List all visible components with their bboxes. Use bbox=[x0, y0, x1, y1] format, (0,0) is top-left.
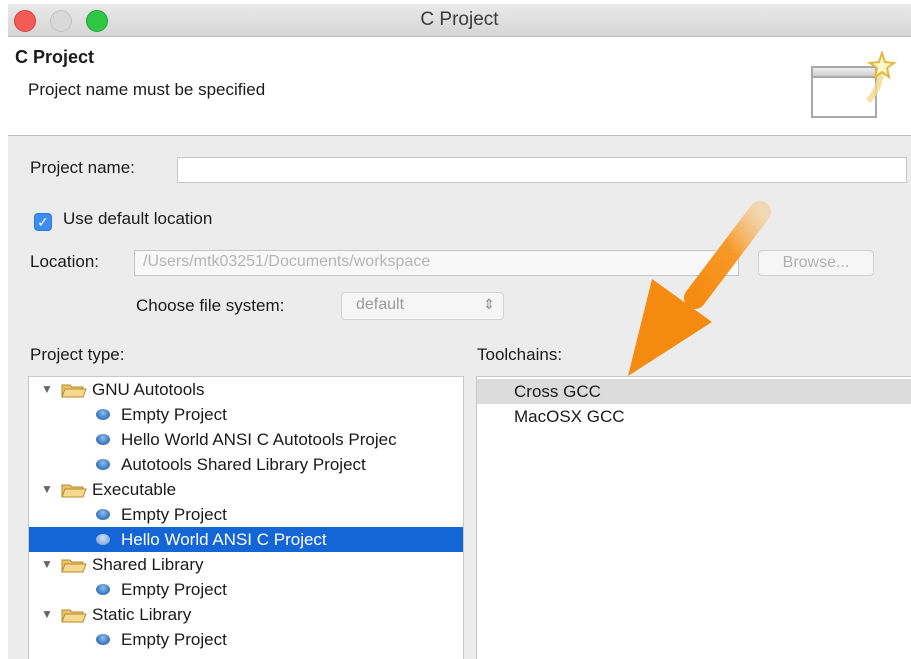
tree-category-label: Executable bbox=[92, 480, 177, 499]
checkmark-icon: ✓ bbox=[37, 214, 49, 230]
tree-item-autotools-shared-library[interactable]: Autotools Shared Library Project bbox=[29, 452, 463, 477]
location-input[interactable]: /Users/mtk03251/Documents/workspace bbox=[134, 250, 739, 276]
up-down-chevron-icon: ⇕ bbox=[483, 296, 495, 312]
toolchain-label: MacOSX GCC bbox=[514, 407, 625, 426]
project-type-label: Project type: bbox=[30, 345, 125, 364]
tree-category-label: Static Library bbox=[92, 605, 192, 624]
wizard-banner: C Project Project name must be specified bbox=[8, 37, 911, 136]
expand-triangle-icon[interactable]: ▼ bbox=[41, 477, 53, 502]
project-template-icon bbox=[96, 409, 110, 420]
project-name-input[interactable] bbox=[177, 157, 907, 183]
title-bar: C Project bbox=[8, 4, 911, 37]
window-title: C Project bbox=[420, 9, 499, 30]
tree-item-label: Hello World ANSI C Autotools Projec bbox=[121, 430, 397, 449]
folder-open-icon bbox=[61, 384, 87, 398]
toolchain-item-cross-gcc[interactable]: Cross GCC bbox=[477, 379, 911, 404]
tree-item-hello-world-ansi-c[interactable]: Hello World ANSI C Project bbox=[29, 527, 463, 552]
tree-category-shared-library[interactable]: ▼ Shared Library bbox=[29, 552, 463, 577]
tree-item-label: Empty Project bbox=[121, 630, 227, 649]
tree-item-label: Autotools Shared Library Project bbox=[121, 455, 366, 474]
project-name-label: Project name: bbox=[30, 158, 135, 177]
location-label: Location: bbox=[30, 252, 99, 271]
tree-item-label: Empty Project bbox=[121, 505, 227, 524]
toolchain-item-macosx-gcc[interactable]: MacOSX GCC bbox=[477, 404, 911, 429]
folder-open-icon bbox=[61, 484, 87, 498]
project-template-icon bbox=[96, 534, 110, 545]
tree-category-executable[interactable]: ▼ Executable bbox=[29, 477, 463, 502]
folder-open-icon bbox=[61, 609, 87, 623]
toolchain-label: Cross GCC bbox=[514, 382, 601, 401]
project-template-icon bbox=[96, 434, 110, 445]
tree-category-label: GNU Autotools bbox=[92, 380, 205, 399]
project-type-tree[interactable]: ▼ GNU Autotools Empty Project Hello Worl… bbox=[28, 376, 464, 659]
folder-open-icon bbox=[61, 559, 87, 573]
tree-category-label: Shared Library bbox=[92, 555, 204, 574]
browse-button[interactable]: Browse... bbox=[758, 250, 874, 276]
use-default-location-label: Use default location bbox=[63, 209, 213, 228]
page-title: C Project bbox=[15, 47, 95, 67]
file-system-select[interactable]: default ⇕ bbox=[341, 292, 504, 320]
project-template-icon bbox=[96, 584, 110, 595]
toolchains-list[interactable]: Cross GCC MacOSX GCC bbox=[476, 376, 911, 659]
tree-item-empty-project[interactable]: Empty Project bbox=[29, 627, 463, 652]
wizard-banner-icon bbox=[811, 51, 897, 118]
tree-item-label: Hello World ANSI C Project bbox=[121, 530, 327, 549]
c-project-window: C Project C Project Project name must be… bbox=[8, 4, 911, 659]
tree-item-empty-project[interactable]: Empty Project bbox=[29, 577, 463, 602]
expand-triangle-icon[interactable]: ▼ bbox=[41, 602, 53, 627]
project-template-icon bbox=[96, 459, 110, 470]
tree-item-label: Empty Project bbox=[121, 405, 227, 424]
tree-item-label: Empty Project bbox=[121, 580, 227, 599]
validation-message: Project name must be specified bbox=[28, 80, 266, 99]
tree-item-empty-project[interactable]: Empty Project bbox=[29, 502, 463, 527]
expand-triangle-icon[interactable]: ▼ bbox=[41, 552, 53, 577]
use-default-location-checkbox[interactable]: ✓ bbox=[34, 213, 52, 231]
file-system-value: default bbox=[356, 296, 405, 313]
tree-category-gnu-autotools[interactable]: ▼ GNU Autotools bbox=[29, 377, 463, 402]
tree-item-hello-world-autotools[interactable]: Hello World ANSI C Autotools Projec bbox=[29, 427, 463, 452]
expand-triangle-icon[interactable]: ▼ bbox=[41, 377, 53, 402]
project-template-icon bbox=[96, 509, 110, 520]
project-template-icon bbox=[96, 634, 110, 645]
tree-category-static-library[interactable]: ▼ Static Library bbox=[29, 602, 463, 627]
tree-item-empty-project[interactable]: Empty Project bbox=[29, 402, 463, 427]
file-system-label: Choose file system: bbox=[136, 296, 285, 315]
toolchains-label: Toolchains: bbox=[477, 345, 563, 364]
